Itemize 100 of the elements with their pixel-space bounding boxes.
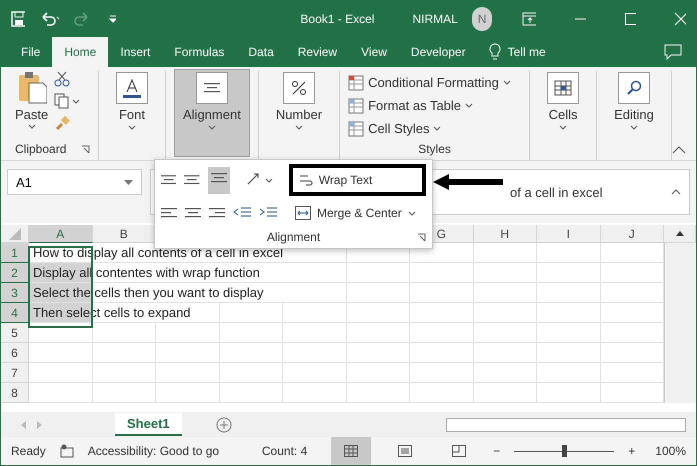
table-style-icon — [348, 74, 364, 90]
vertical-scrollbar[interactable] — [664, 243, 696, 403]
customize-toolbar-icon[interactable] — [108, 14, 116, 24]
table-cell — [600, 363, 664, 383]
window-title: Book1 - Excel — [300, 12, 374, 26]
ribbon-group-button[interactable]: Alignment — [174, 69, 250, 157]
row-header[interactable]: 5 — [1, 323, 29, 343]
dialog-launcher-icon[interactable] — [417, 232, 426, 242]
ribbon-group-button[interactable]: Editing — [605, 69, 663, 157]
maximize-icon[interactable] — [624, 12, 636, 26]
table-cell — [92, 343, 156, 363]
zoom-slider-thumb[interactable] — [562, 445, 568, 457]
table-cell — [29, 363, 92, 383]
comment-icon[interactable] — [664, 44, 682, 60]
column-header[interactable]: A — [29, 225, 92, 243]
table-cell — [346, 363, 410, 383]
copy-icon[interactable] — [54, 93, 80, 109]
table-cell — [410, 303, 474, 323]
column-header[interactable]: J — [600, 225, 664, 243]
zoom-slider[interactable] — [514, 445, 614, 457]
table-cell — [220, 303, 283, 323]
row-header[interactable]: 2 — [1, 263, 29, 283]
row-header[interactable]: 6 — [1, 343, 29, 363]
count-text: Count: 4 — [262, 444, 308, 458]
zoom-out-button[interactable]: − — [493, 444, 500, 458]
table-cell — [29, 343, 92, 363]
caret-icon — [502, 80, 511, 85]
scissors-icon[interactable] — [54, 71, 70, 87]
zoom-in-button[interactable]: + — [628, 444, 636, 458]
ribbon-tab[interactable]: Developer — [398, 37, 478, 67]
paste-icon[interactable] — [16, 71, 47, 105]
macro-icon[interactable] — [60, 444, 74, 458]
name-box[interactable]: A1 — [7, 169, 142, 195]
styles-button[interactable]: Conditional Formatting — [348, 71, 511, 94]
ribbon-tab[interactable]: Data — [236, 37, 286, 67]
caret-icon — [124, 180, 133, 184]
align-middle-icon[interactable] — [184, 173, 200, 187]
zoom-level[interactable]: 100% — [655, 444, 686, 458]
ribbon-group-button[interactable]: Number — [266, 69, 332, 157]
ribbon-group-button[interactable]: Cells — [538, 69, 588, 157]
scrollbar-up-button[interactable] — [664, 225, 696, 243]
table-cell — [92, 323, 156, 343]
caret-up-icon — [676, 231, 684, 236]
styles-button[interactable]: Format as Table — [348, 94, 474, 117]
table-cell — [410, 283, 474, 303]
styles-button[interactable]: Cell Styles — [348, 117, 442, 140]
page-icon — [398, 445, 412, 457]
sheet-tab[interactable]: Sheet1 — [115, 413, 182, 436]
table-cell — [474, 383, 537, 403]
table-cell — [283, 343, 346, 363]
table-cell — [600, 303, 664, 323]
ribbon-tab[interactable]: Home — [52, 37, 108, 67]
wrap-text-button[interactable]: Wrap Text — [288, 164, 426, 196]
close-icon[interactable] — [674, 12, 686, 26]
add-sheet-icon[interactable] — [216, 416, 232, 432]
align-center-icon[interactable] — [204, 81, 220, 95]
tell-me-link[interactable]: Tell me — [508, 37, 546, 67]
save-icon[interactable] — [11, 11, 25, 27]
collapse-icon[interactable] — [671, 189, 681, 195]
table-cell — [346, 263, 410, 283]
table-cell — [537, 363, 600, 383]
ribbon-tab[interactable]: View — [349, 37, 399, 67]
align-top-icon[interactable] — [161, 173, 176, 187]
ribbon-display-icon[interactable] — [522, 12, 536, 26]
row-header[interactable]: 8 — [1, 383, 29, 403]
wrap-text-icon — [298, 173, 313, 187]
table-cell — [410, 363, 474, 383]
row-header[interactable]: 1 — [1, 243, 29, 263]
collapse-ribbon-icon[interactable] — [672, 146, 686, 154]
align-center-icon[interactable] — [185, 206, 201, 220]
row-header[interactable]: 3 — [1, 283, 29, 303]
ribbon-group-button[interactable]: Font — [107, 69, 157, 157]
ribbon-tab[interactable]: File — [9, 37, 52, 67]
column-header[interactable]: I — [537, 225, 600, 243]
format-painter-icon[interactable] — [54, 115, 70, 131]
table-cell — [346, 303, 410, 323]
table-cell — [92, 363, 156, 383]
row-header[interactable]: 7 — [1, 363, 29, 383]
view-button[interactable] — [331, 437, 372, 465]
horizontal-scrollbar[interactable] — [446, 418, 686, 432]
accessibility-status[interactable]: Accessibility: Good to go — [88, 444, 220, 458]
ribbon-tab[interactable]: Insert — [108, 37, 162, 67]
ribbon-tab[interactable]: Formulas — [162, 37, 236, 67]
merge-center-button[interactable]: Merge & Center — [289, 200, 422, 226]
column-header[interactable]: B — [92, 225, 156, 243]
align-bottom-icon[interactable] — [210, 170, 227, 184]
table-cell — [474, 283, 537, 303]
ribbon-tab[interactable]: Review — [286, 37, 350, 67]
align-right-icon[interactable] — [209, 206, 225, 220]
table-cell: Select the cells then you want to display — [29, 283, 346, 303]
table-cell — [220, 343, 283, 363]
caret-icon — [465, 103, 474, 108]
dialog-launcher-icon[interactable] — [81, 144, 90, 154]
align-left-icon[interactable] — [161, 206, 177, 220]
user-avatar[interactable]: N — [472, 7, 492, 31]
caret-icon — [408, 210, 416, 216]
row-header[interactable]: 4 — [1, 303, 29, 323]
paste-button[interactable]: Paste — [15, 107, 48, 122]
table-cell — [410, 263, 474, 283]
column-header[interactable]: H — [474, 225, 537, 243]
